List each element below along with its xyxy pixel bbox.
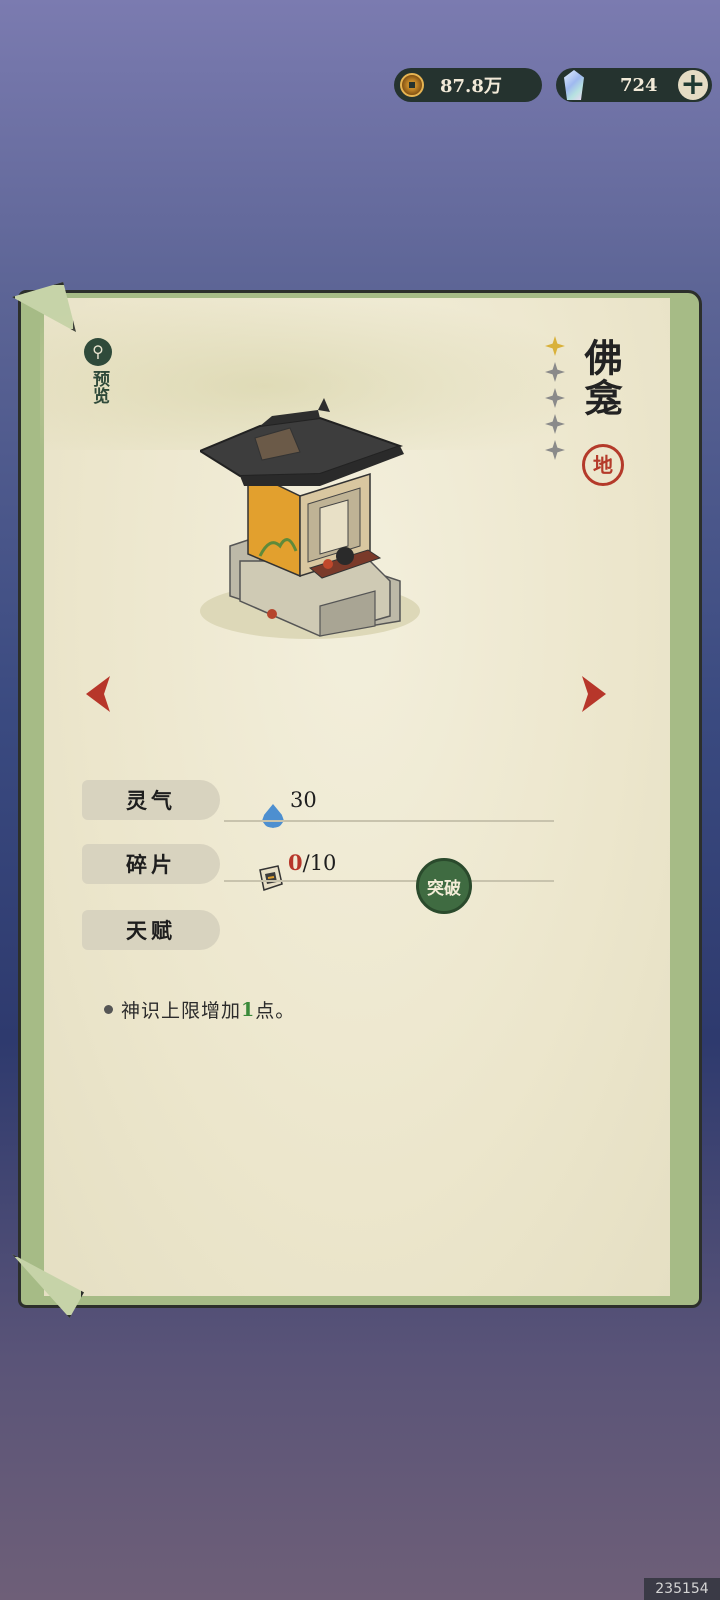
fragment-need: /10 (302, 850, 337, 875)
fragment-label: 碎片 (82, 844, 220, 884)
shrine-illustration (200, 398, 420, 639)
next-arrow-icon[interactable] (576, 672, 612, 716)
gem-amount: 724 (620, 74, 658, 96)
star-icon (545, 440, 565, 460)
coin-icon (400, 73, 424, 97)
star-rating (542, 336, 568, 466)
star-icon (545, 336, 565, 356)
coin-balance: 87.8万 (394, 68, 542, 102)
gem-icon (564, 70, 584, 100)
talent-description: 神识上限增加 1 点。 (104, 996, 295, 1023)
watermark: 235154 (644, 1578, 720, 1600)
talent-text-pre: 神识上限增加 (121, 1000, 242, 1022)
divider (224, 820, 554, 822)
fragment-icon (259, 865, 283, 891)
breakthrough-button[interactable]: 突破 (416, 858, 472, 914)
talent-label: 天赋 (82, 910, 220, 950)
preview-label: 预览 (89, 370, 109, 404)
magnify-icon: ⚲ (84, 338, 112, 366)
fragment-count: 0/10 (288, 850, 336, 875)
talent-text-post: 点。 (255, 1000, 296, 1022)
preview-button[interactable]: ⚲ 预览 (82, 338, 114, 404)
fragment-have: 0 (288, 850, 303, 875)
divider (224, 880, 554, 882)
star-icon (545, 414, 565, 434)
lingqi-label: 灵气 (82, 780, 220, 820)
prev-arrow-icon[interactable] (80, 672, 116, 716)
lingqi-value: 30 (290, 788, 317, 812)
item-title: 佛龛 (578, 338, 623, 418)
add-gems-button[interactable]: + (678, 70, 708, 100)
talent-text-num: 1 (241, 998, 256, 1021)
grade-seal: 地 (582, 444, 624, 486)
star-icon (545, 388, 565, 408)
gem-balance: 724 + (556, 68, 712, 102)
coin-amount: 87.8万 (440, 76, 502, 97)
bullet (104, 1005, 113, 1014)
star-icon (545, 362, 565, 382)
